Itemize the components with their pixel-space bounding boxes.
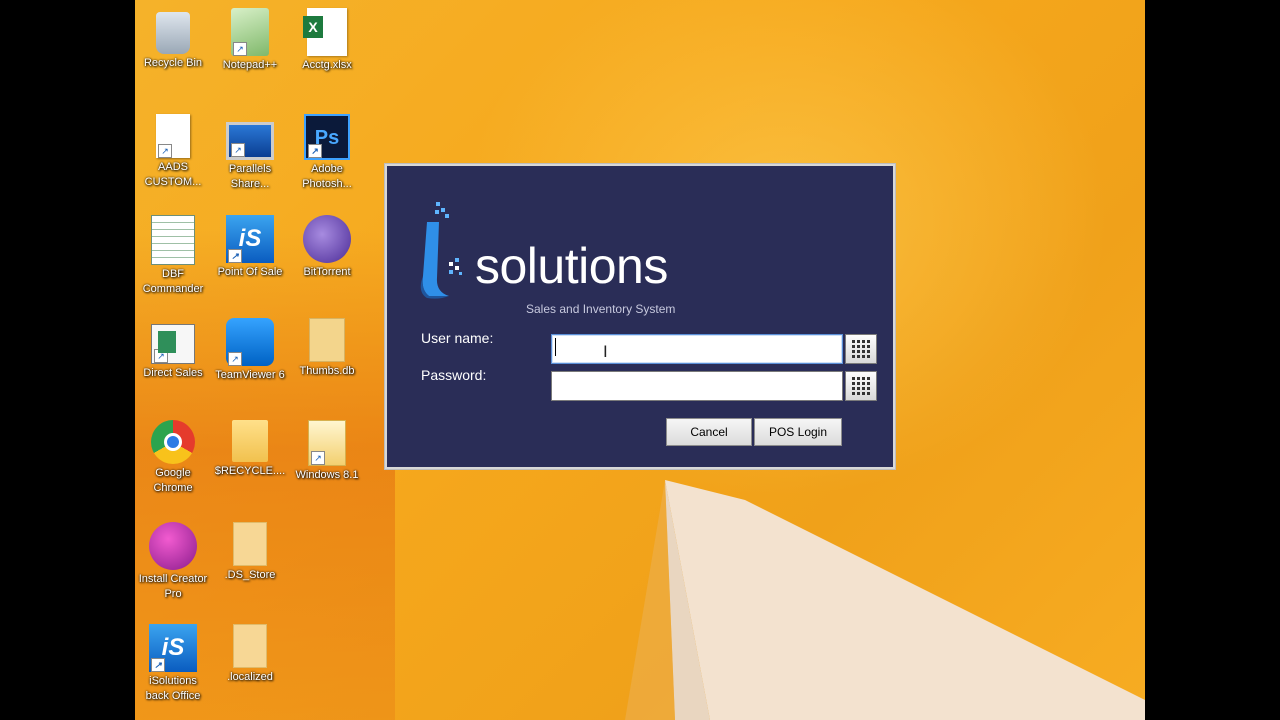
desktop-icon-label: AADS CUSTOM... bbox=[144, 161, 202, 188]
keypad-grid-icon bbox=[852, 377, 870, 395]
desktop-icon-direct-sales[interactable]: ↗ Direct Sales bbox=[135, 318, 211, 381]
logo-wordmark: solutions bbox=[475, 238, 668, 294]
desktop-icon-bittorrent[interactable]: BitTorrent bbox=[289, 215, 365, 280]
username-label: User name: bbox=[421, 330, 494, 346]
shortcut-arrow-icon: ↗ bbox=[308, 144, 322, 158]
document-icon: ↗ bbox=[156, 114, 190, 158]
chrome-icon bbox=[151, 420, 195, 464]
password-label: Password: bbox=[421, 367, 487, 383]
shortcut-arrow-icon: ↗ bbox=[158, 144, 172, 158]
install-creator-icon bbox=[149, 522, 197, 570]
username-field[interactable] bbox=[551, 334, 843, 364]
desktop-icon-recycle-bin[interactable]: Recycle Bin bbox=[135, 8, 211, 71]
system-file-icon bbox=[309, 318, 345, 362]
keypad-grid-icon bbox=[852, 340, 870, 358]
desktop-icon-isolutions-back-office[interactable]: iS ↗ iSolutions back Office bbox=[135, 624, 211, 704]
desktop-icon-aads-custom[interactable]: ↗ AADS CUSTOM... bbox=[135, 114, 211, 190]
direct-sales-icon: ↗ bbox=[151, 324, 195, 364]
desktop-icon-point-of-sale[interactable]: iS ↗ Point Of Sale bbox=[212, 215, 288, 280]
shortcut-arrow-icon: ↗ bbox=[233, 42, 247, 56]
shortcut-arrow-icon: ↗ bbox=[228, 352, 242, 366]
isolutions-backoffice-icon: iS ↗ bbox=[149, 624, 197, 672]
ibeam-cursor-icon: I bbox=[603, 342, 608, 361]
desktop-icon-notepad-plus-plus[interactable]: ↗ Notepad++ bbox=[212, 8, 288, 73]
login-dialog: solutions Sales and Inventory System Use… bbox=[385, 164, 895, 469]
dbf-commander-icon bbox=[151, 215, 195, 265]
desktop-icon-label: iSolutions back Office bbox=[145, 675, 201, 702]
text-caret bbox=[555, 338, 556, 356]
desktop-icon-recycle-folder[interactable]: $RECYCLE.... bbox=[212, 420, 288, 479]
desktop-icon-label: Google Chrome bbox=[153, 467, 193, 494]
desktop-icon-label: BitTorrent bbox=[303, 266, 351, 278]
password-keypad-button[interactable] bbox=[845, 371, 877, 401]
teamviewer-icon: ↗ bbox=[226, 318, 274, 366]
excel-file-icon bbox=[303, 8, 347, 56]
desktop-icon-label: Adobe Photosh... bbox=[302, 163, 352, 190]
desktop-icon-dbf-commander[interactable]: DBF Commander bbox=[135, 215, 211, 297]
password-field[interactable] bbox=[551, 371, 843, 401]
shortcut-arrow-icon: ↗ bbox=[154, 349, 168, 363]
desktop-icon-label: Acctg.xlsx bbox=[302, 59, 352, 71]
desktop-icon-install-creator-pro[interactable]: Install Creator Pro bbox=[135, 522, 211, 602]
desktop-icon-localized[interactable]: .localized bbox=[212, 624, 288, 685]
desktop-icon-label: Recycle Bin bbox=[143, 57, 203, 69]
desktop-icon-label: Direct Sales bbox=[143, 367, 203, 379]
desktop-icon-thumbs-db[interactable]: Thumbs.db bbox=[289, 318, 365, 379]
desktop-icon-label: DBF Commander bbox=[142, 268, 204, 295]
desktop-icon-label: Thumbs.db bbox=[299, 365, 355, 377]
shortcut-arrow-icon: ↗ bbox=[311, 451, 325, 465]
desktop-icon-google-chrome[interactable]: Google Chrome bbox=[135, 420, 211, 496]
desktop-icon-parallels-share[interactable]: ↗ Parallels Share... bbox=[212, 114, 288, 192]
file-icon bbox=[233, 624, 267, 668]
desktop-icon-acctg-xlsx[interactable]: Acctg.xlsx bbox=[289, 8, 365, 73]
desktop-icon-label: .localized bbox=[227, 671, 273, 683]
cancel-button[interactable]: Cancel bbox=[666, 418, 752, 446]
shortcut-arrow-icon: ↗ bbox=[228, 249, 242, 263]
folder-icon bbox=[232, 420, 268, 462]
isolutions-pos-icon: iS ↗ bbox=[226, 215, 274, 263]
desktop-icon-windows-81[interactable]: ↗ Windows 8.1 bbox=[289, 420, 365, 483]
photoshop-icon: Ps ↗ bbox=[304, 114, 350, 160]
desktop-icon-adobe-photoshop[interactable]: Ps ↗ Adobe Photosh... bbox=[289, 114, 365, 192]
desktop-icon-label: $RECYCLE.... bbox=[214, 465, 286, 477]
logo-subtitle: Sales and Inventory System bbox=[526, 302, 676, 316]
pos-login-button[interactable]: POS Login bbox=[754, 418, 842, 446]
isolutions-logo-icon bbox=[420, 202, 462, 299]
desktop-icon-label: Notepad++ bbox=[222, 59, 278, 71]
desktop-icon-teamviewer[interactable]: ↗ TeamViewer 6 bbox=[212, 318, 288, 383]
desktop-icon-label: TeamViewer 6 bbox=[215, 369, 285, 381]
desktop-icon-label: Parallels Share... bbox=[228, 163, 272, 190]
recycle-bin-icon bbox=[156, 12, 190, 54]
desktop-icon-label: Windows 8.1 bbox=[295, 469, 359, 481]
notepad-plus-plus-icon: ↗ bbox=[231, 8, 269, 56]
desktop-icon-label: .DS_Store bbox=[224, 569, 276, 581]
shortcut-arrow-icon: ↗ bbox=[151, 658, 165, 672]
desktop-icon-ds-store[interactable]: .DS_Store bbox=[212, 522, 288, 583]
shortcut-arrow-icon: ↗ bbox=[231, 143, 245, 157]
parallels-share-icon: ↗ bbox=[226, 122, 274, 160]
desktop-icon-label: Point Of Sale bbox=[217, 266, 283, 278]
desktop-icon-label: Install Creator Pro bbox=[138, 573, 208, 600]
folder-zip-icon: ↗ bbox=[308, 420, 346, 466]
bittorrent-icon bbox=[303, 215, 351, 263]
username-keypad-button[interactable] bbox=[845, 334, 877, 364]
file-icon bbox=[233, 522, 267, 566]
